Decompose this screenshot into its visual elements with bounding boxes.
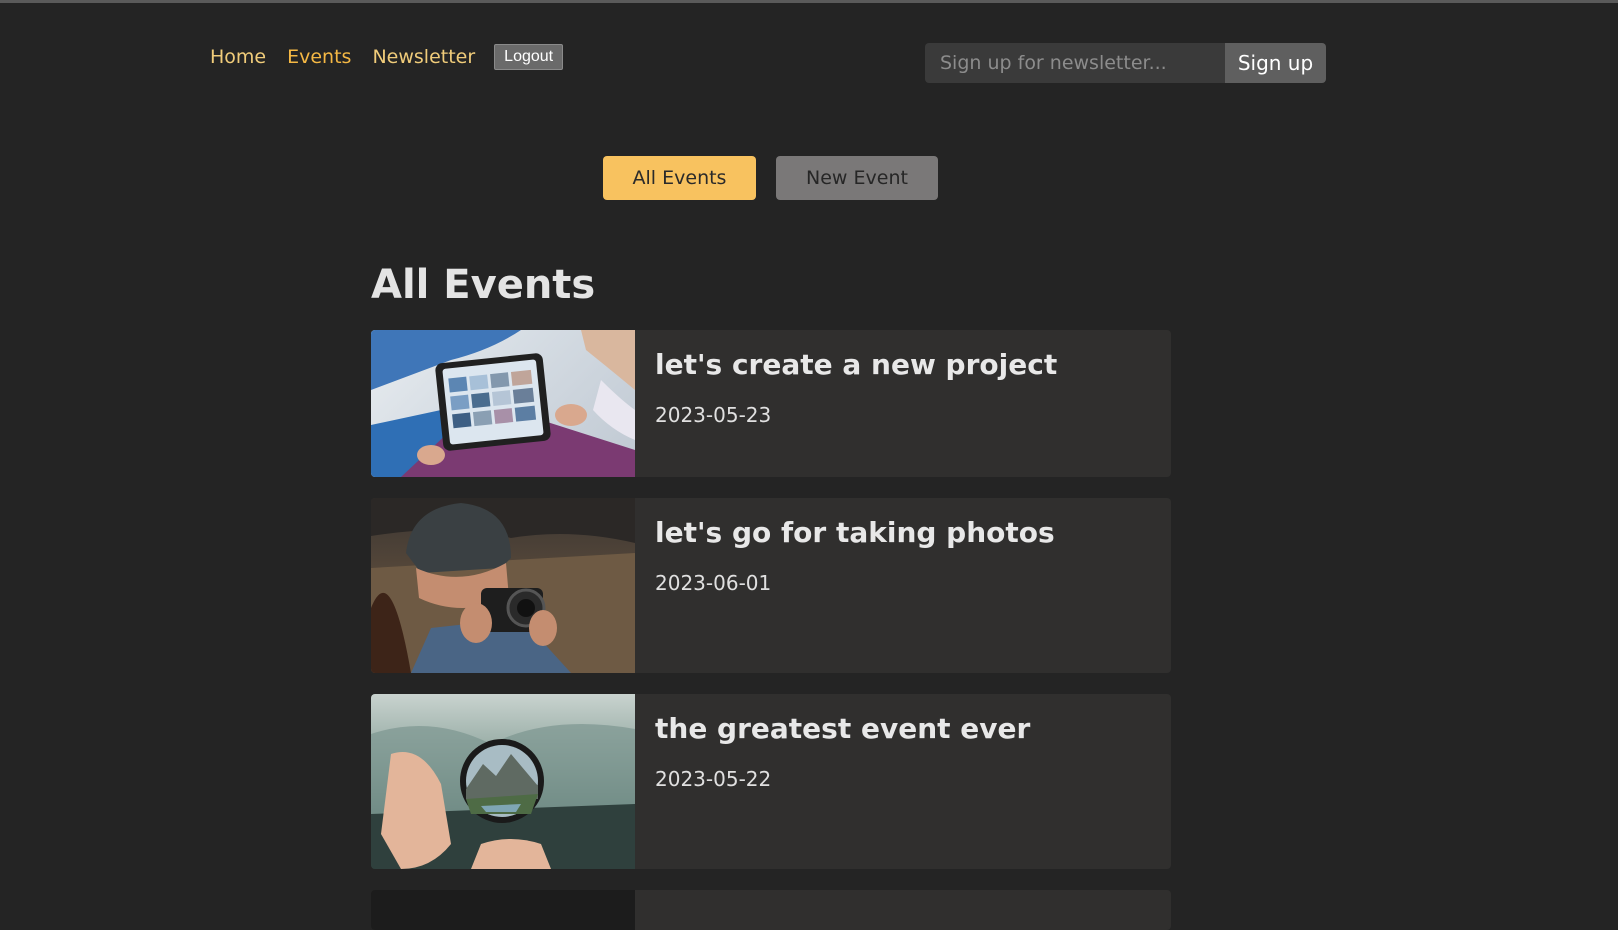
- event-image-lens-filter: [371, 694, 635, 869]
- event-image-partial: [371, 890, 635, 930]
- logout-button[interactable]: Logout: [494, 44, 564, 70]
- event-item[interactable]: let's go for taking photos 2023-06-01: [371, 498, 1171, 673]
- nav-link-home[interactable]: Home: [210, 46, 266, 68]
- event-info: let's go for taking photos 2023-06-01: [635, 498, 1075, 673]
- event-info: let's create a new project 2023-05-23: [635, 330, 1077, 477]
- event-item-partial[interactable]: [371, 890, 1171, 930]
- page-title: All Events: [371, 262, 596, 308]
- main-header: Home Events Newsletter Logout Sign up: [0, 0, 1618, 110]
- event-image-tablet: [371, 330, 635, 477]
- event-image-photographer: [371, 498, 635, 673]
- nav-link-newsletter[interactable]: Newsletter: [372, 46, 475, 68]
- all-events-button[interactable]: All Events: [603, 156, 756, 200]
- event-item[interactable]: the greatest event ever 2023-05-22: [371, 694, 1171, 869]
- new-event-button[interactable]: New Event: [776, 156, 938, 200]
- newsletter-form: Sign up: [925, 43, 1326, 83]
- event-date: 2023-05-23: [655, 403, 772, 427]
- main-nav: Home Events Newsletter Logout: [210, 44, 564, 70]
- nav-link-events[interactable]: Events: [287, 46, 351, 68]
- event-title: let's create a new project: [655, 348, 1058, 381]
- signup-button[interactable]: Sign up: [1225, 43, 1326, 83]
- event-info: the greatest event ever 2023-05-22: [635, 694, 1050, 869]
- events-subnav: All Events New Event: [603, 156, 938, 200]
- event-date: 2023-05-22: [655, 767, 772, 791]
- event-item[interactable]: let's create a new project 2023-05-23: [371, 330, 1171, 477]
- event-date: 2023-06-01: [655, 571, 772, 595]
- newsletter-email-input[interactable]: [925, 43, 1225, 83]
- event-title: the greatest event ever: [655, 712, 1031, 745]
- event-title: let's go for taking photos: [655, 516, 1055, 549]
